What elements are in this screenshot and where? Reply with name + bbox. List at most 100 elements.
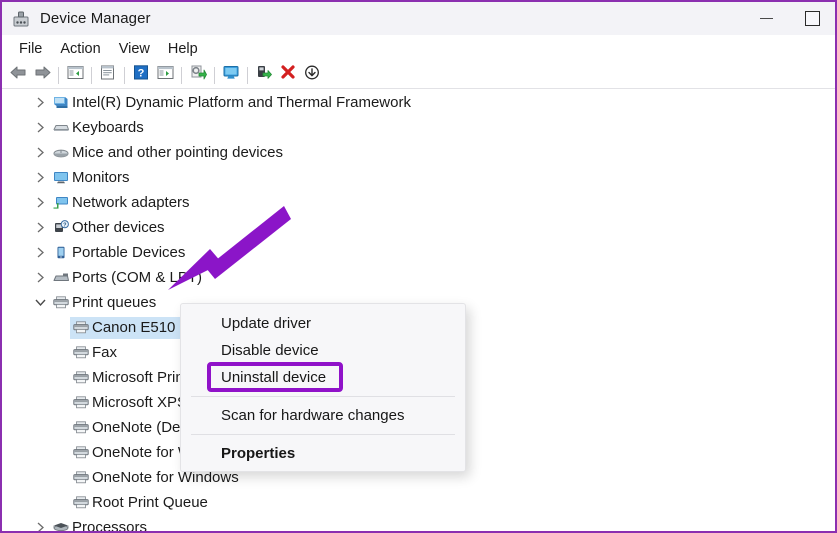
chevron-right-icon[interactable]: [30, 147, 50, 158]
tree-row-label: Ports (COM & LPT): [72, 269, 203, 286]
tree-row[interactable]: Monitors: [2, 165, 835, 190]
selection-highlight: Canon E510: [70, 316, 187, 339]
device-manager-icon: [12, 10, 30, 28]
properties-button[interactable]: [96, 64, 120, 87]
tree-row-label: Canon E510: [92, 319, 176, 336]
printer-icon: [70, 420, 92, 435]
menu-bar: File Action View Help: [2, 35, 835, 62]
context-menu-separator: [191, 434, 455, 435]
chevron-right-icon[interactable]: [30, 122, 50, 133]
device-manager-window: Device Manager File Action View Help ? I…: [0, 0, 837, 533]
minimize-icon: [759, 18, 773, 19]
menu-help[interactable]: Help: [159, 38, 207, 60]
chevron-right-icon[interactable]: [30, 247, 50, 258]
chevron-right-icon[interactable]: [30, 272, 50, 283]
help-icon: ?: [133, 65, 149, 85]
toolbar-separator: [124, 66, 125, 84]
menu-action[interactable]: Action: [51, 38, 109, 60]
enable-device-button[interactable]: [252, 64, 276, 87]
maximize-icon: [804, 11, 820, 26]
uninstall-device-icon: [280, 65, 296, 85]
tree-row-label: Root Print Queue: [92, 494, 208, 511]
tree-row[interactable]: Root Print Queue: [2, 490, 835, 515]
help-button[interactable]: ?: [129, 64, 153, 87]
svg-text:?: ?: [138, 68, 145, 80]
toolbar-separator: [181, 66, 182, 84]
disable-device-icon: [304, 65, 320, 85]
toolbar: ?: [2, 62, 835, 89]
printer-icon: [70, 345, 92, 360]
tree-row[interactable]: Keyboards: [2, 115, 835, 140]
show-hide-console-tree-icon: [67, 65, 84, 85]
enable-device-icon: [256, 65, 272, 85]
chevron-right-icon[interactable]: [30, 522, 50, 531]
tree-row[interactable]: Intel(R) Dynamic Platform and Thermal Fr…: [2, 90, 835, 115]
show-hide-console-tree-button[interactable]: [63, 64, 87, 87]
scan-hardware-changes-icon: [222, 65, 240, 85]
title-bar: Device Manager: [2, 2, 835, 35]
chevron-right-icon[interactable]: [30, 172, 50, 183]
tree-row-label: Mice and other pointing devices: [72, 144, 283, 161]
tree-row[interactable]: Network adapters: [2, 190, 835, 215]
context-menu-separator: [191, 396, 455, 397]
tree-row[interactable]: Processors: [2, 515, 835, 531]
context-menu[interactable]: Update driver Disable device Uninstall d…: [180, 303, 466, 472]
processor-icon: [50, 520, 72, 531]
toolbar-separator: [91, 66, 92, 84]
toolbar-separator: [214, 66, 215, 84]
update-driver-button[interactable]: [186, 64, 210, 87]
tree-row-label: Network adapters: [72, 194, 190, 211]
other-device-icon: ?: [50, 220, 72, 235]
mouse-icon: [50, 145, 72, 160]
minimize-button[interactable]: [743, 2, 789, 35]
maximize-button[interactable]: [789, 2, 835, 35]
tree-row-label: Portable Devices: [72, 244, 186, 261]
chevron-down-icon[interactable]: [30, 298, 50, 307]
context-menu-item-update-driver[interactable]: Update driver: [181, 310, 465, 337]
toolbar-separator: [247, 66, 248, 84]
tree-row-label: Processors: [72, 519, 148, 531]
caption-buttons: [743, 2, 835, 35]
properties-icon: [100, 65, 116, 85]
disable-device-button[interactable]: [300, 64, 324, 87]
tree-row-label: Other devices: [72, 219, 165, 236]
tree-row-label: Print queues: [72, 294, 157, 311]
printer-icon: [70, 370, 92, 385]
tree-row[interactable]: Mice and other pointing devices: [2, 140, 835, 165]
back-icon: [10, 65, 27, 85]
printer-icon: [70, 395, 92, 410]
forward-button[interactable]: [30, 64, 54, 87]
printer-icon: [70, 495, 92, 510]
chevron-right-icon[interactable]: [30, 222, 50, 233]
context-menu-item-properties[interactable]: Properties: [181, 440, 465, 467]
view-button[interactable]: [153, 64, 177, 87]
printer-icon: [70, 470, 92, 485]
scan-hardware-changes-button[interactable]: [219, 64, 243, 87]
context-menu-item-uninstall-device[interactable]: Uninstall device: [181, 364, 465, 391]
context-menu-item-scan-for-hardware-changes[interactable]: Scan for hardware changes: [181, 402, 465, 429]
menu-view[interactable]: View: [110, 38, 159, 60]
back-button[interactable]: [6, 64, 30, 87]
tree-row[interactable]: Ports (COM & LPT): [2, 265, 835, 290]
view-icon: [157, 65, 174, 85]
menu-file[interactable]: File: [10, 38, 51, 60]
tree-row[interactable]: ? Other devices: [2, 215, 835, 240]
printer-icon: [70, 320, 92, 335]
printer-icon: [70, 445, 92, 460]
chevron-right-icon[interactable]: [30, 97, 50, 108]
system-device-icon: [50, 95, 72, 110]
port-icon: [50, 270, 72, 285]
context-menu-item-disable-device[interactable]: Disable device: [181, 337, 465, 364]
tree-row-label: Fax: [92, 344, 118, 361]
portable-device-icon: [50, 245, 72, 260]
printer-icon: [50, 295, 72, 310]
tree-row-label: Monitors: [72, 169, 130, 186]
tree-row-label: Keyboards: [72, 119, 144, 136]
tree-row[interactable]: Portable Devices: [2, 240, 835, 265]
update-driver-icon: [190, 65, 207, 85]
uninstall-device-button[interactable]: [276, 64, 300, 87]
network-adapter-icon: [50, 195, 72, 210]
toolbar-separator: [58, 66, 59, 84]
window-title: Device Manager: [40, 10, 151, 27]
chevron-right-icon[interactable]: [30, 197, 50, 208]
